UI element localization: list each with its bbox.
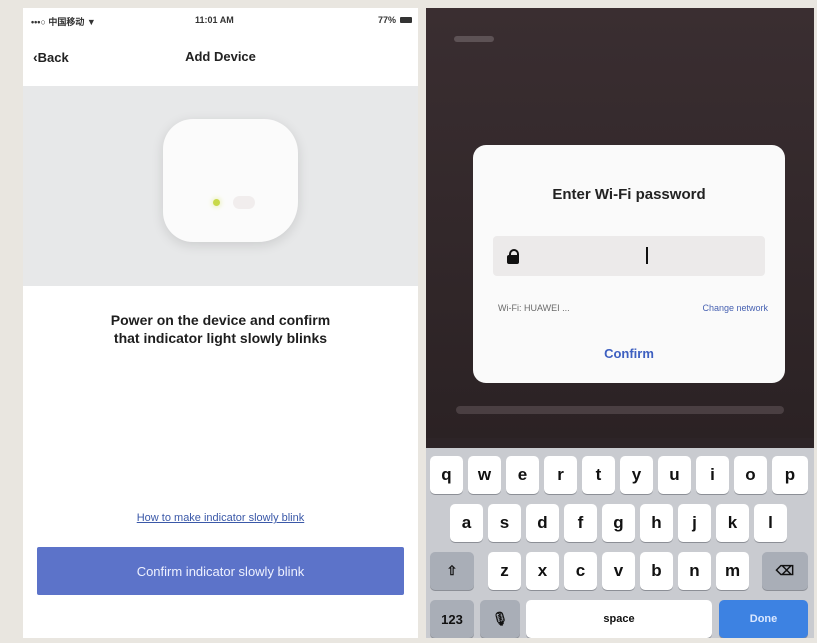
blurred-header [454,36,494,42]
key-f[interactable]: f [564,504,597,542]
key-u[interactable]: u [658,456,691,494]
key-y[interactable]: y [620,456,653,494]
numbers-key[interactable]: 123 [430,600,474,638]
device-illustration [23,86,418,286]
wifi-name: Wi-Fi: HUAWEI ... [498,303,570,313]
key-z[interactable]: z [488,552,521,590]
microphone-icon[interactable]: 🎙 [480,600,520,638]
key-t[interactable]: t [582,456,615,494]
carrier-label: •••○ 中国移动 ▼ [31,17,96,27]
shift-key[interactable]: ⇧ [430,552,474,590]
done-key[interactable]: Done [719,600,808,638]
key-w[interactable]: w [468,456,501,494]
battery-icon [400,17,412,23]
lock-icon [507,249,519,264]
key-h[interactable]: h [640,504,673,542]
key-b[interactable]: b [640,552,673,590]
page-title: Add Device [185,49,256,64]
key-e[interactable]: e [506,456,539,494]
add-device-screen: •••○ 中国移动 ▼ 11:01 AM 77% ‹Back Add Devic… [23,8,418,638]
dialog-title: Enter Wi-Fi password [552,186,706,203]
key-c[interactable]: c [564,552,597,590]
key-s[interactable]: s [488,504,521,542]
key-r[interactable]: r [544,456,577,494]
key-d[interactable]: d [526,504,559,542]
indicator-light [213,199,220,206]
key-j[interactable]: j [678,504,711,542]
key-p[interactable]: p [772,456,808,494]
wifi-password-screen: Enter Wi-Fi password Wi-Fi: HUAWEI ... C… [426,8,814,638]
space-key[interactable]: space [526,600,712,638]
network-row: Wi-Fi: HUAWEI ... Change network [498,303,768,313]
keyboard: q w e r t y u i o p a s d f g h j k l ⇧ … [426,448,814,638]
password-input[interactable] [493,236,765,276]
key-g[interactable]: g [602,504,635,542]
device-button [233,196,255,209]
backspace-key[interactable]: ⌫ [762,552,808,590]
key-m[interactable]: m [716,552,749,590]
key-i[interactable]: i [696,456,729,494]
confirm-blink-button[interactable]: Confirm indicator slowly blink [37,547,404,595]
instruction-text: Power on the device and confirm that ind… [43,311,398,347]
status-bar: •••○ 中国移动 ▼ 11:01 AM 77% [23,12,418,30]
instruction-line-2: that indicator light slowly blinks [113,330,328,346]
key-n[interactable]: n [678,552,711,590]
key-a[interactable]: a [450,504,483,542]
wifi-dialog: Enter Wi-Fi password Wi-Fi: HUAWEI ... C… [473,145,785,383]
key-q[interactable]: q [430,456,463,494]
blurred-note [456,406,784,414]
battery-percent: 77% [377,15,396,25]
dialog-confirm-button[interactable]: Confirm [473,346,785,361]
nav-bar: ‹Back Add Device [23,38,418,68]
key-v[interactable]: v [602,552,635,590]
instruction-line-1: Power on the device and confirm [110,312,331,328]
key-l[interactable]: l [754,504,787,542]
key-k[interactable]: k [716,504,749,542]
help-link[interactable]: How to make indicator slowly blink [23,512,418,524]
key-x[interactable]: x [526,552,559,590]
text-cursor [646,247,648,264]
key-o[interactable]: o [734,456,767,494]
device-image [163,119,298,242]
change-network-link[interactable]: Change network [702,303,768,313]
clock: 11:01 AM [195,15,234,25]
